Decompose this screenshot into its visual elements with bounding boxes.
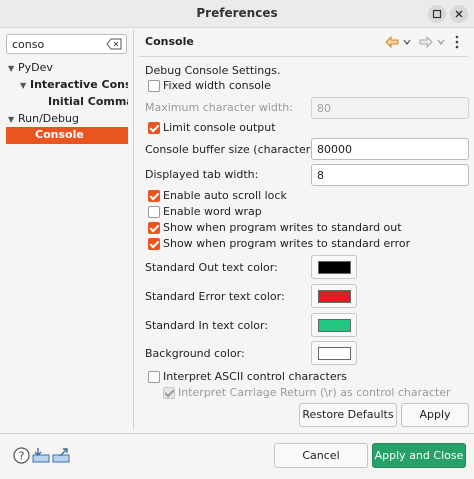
filter-input[interactable] xyxy=(12,37,102,51)
filter-field[interactable] xyxy=(6,34,127,54)
auto-scroll-checkbox[interactable] xyxy=(148,190,160,202)
chevron-down-icon[interactable]: ▼ xyxy=(8,61,18,76)
page-header: Console xyxy=(139,30,468,54)
show-stderr-checkbox[interactable] xyxy=(148,238,160,250)
color-swatch xyxy=(318,261,351,274)
stdin-color-button[interactable] xyxy=(311,313,357,337)
buffer-size-label: Console buffer size (characters): xyxy=(145,143,325,156)
window-title: Preferences xyxy=(196,6,278,20)
tree-item-console[interactable]: Console xyxy=(6,127,128,144)
back-arrow-icon[interactable] xyxy=(384,35,400,49)
cancel-button[interactable]: Cancel xyxy=(274,443,368,468)
apply-button[interactable]: Apply xyxy=(401,403,469,427)
window-titlebar: Preferences xyxy=(0,0,474,28)
background-color-label: Background color: xyxy=(145,347,245,360)
close-icon xyxy=(455,10,463,18)
show-stderr-label: Show when program writes to standard err… xyxy=(163,237,411,250)
word-wrap-label: Enable word wrap xyxy=(163,205,262,218)
page-title: Console xyxy=(145,35,194,48)
color-swatch xyxy=(318,347,351,360)
maximize-icon xyxy=(432,9,442,19)
tree-item-pydev[interactable]: ▼ PyDev xyxy=(8,60,128,76)
tree-item-label: Interactive Conso xyxy=(30,78,128,91)
export-icon[interactable] xyxy=(52,446,70,464)
tab-width-input[interactable] xyxy=(317,168,457,182)
tree-item-label: Run/Debug xyxy=(18,112,79,125)
interpret-ascii-label: Interpret ASCII control characters xyxy=(163,370,347,383)
chevron-down-icon[interactable]: ▼ xyxy=(8,112,18,127)
word-wrap-checkbox[interactable] xyxy=(148,206,160,218)
background-color-button[interactable] xyxy=(311,341,357,365)
stdin-color-label: Standard In text color: xyxy=(145,319,269,332)
max-char-width-input[interactable] xyxy=(317,101,457,115)
interpret-ascii-checkbox[interactable] xyxy=(148,371,160,383)
forward-arrow-icon[interactable] xyxy=(418,35,434,49)
maximize-button[interactable] xyxy=(428,5,446,23)
tree-item-interactive-console[interactable]: ▼Interactive Conso xyxy=(20,77,128,93)
help-icon[interactable]: ? xyxy=(12,446,30,464)
tree-item-run-debug[interactable]: ▼ Run/Debug xyxy=(8,111,128,127)
header-separator xyxy=(139,56,468,57)
tree-item-label: Initial Comman xyxy=(48,95,128,108)
stdout-color-label: Standard Out text color: xyxy=(145,261,278,274)
limit-output-label: Limit console output xyxy=(163,121,276,134)
chevron-down-icon[interactable] xyxy=(436,35,446,49)
color-swatch xyxy=(318,319,351,332)
tab-width-field[interactable] xyxy=(311,164,469,186)
import-icon[interactable] xyxy=(32,446,50,464)
buffer-size-field[interactable] xyxy=(311,138,469,160)
chevron-down-icon[interactable]: ▼ xyxy=(20,78,30,93)
stdout-color-button[interactable] xyxy=(311,255,357,279)
interpret-cr-checkbox[interactable] xyxy=(163,387,175,399)
fixed-width-label: Fixed width console xyxy=(163,79,271,92)
limit-output-checkbox[interactable] xyxy=(148,122,160,134)
max-char-width-field[interactable] xyxy=(311,97,469,119)
settings-intro: Debug Console Settings. xyxy=(145,64,281,77)
show-stdout-label: Show when program writes to standard out xyxy=(163,221,402,234)
tab-width-label: Displayed tab width: xyxy=(145,168,259,181)
view-menu-icon[interactable] xyxy=(451,34,463,50)
interpret-cr-label: Interpret Carriage Return (\r) as contro… xyxy=(178,386,451,399)
auto-scroll-label: Enable auto scroll lock xyxy=(163,189,287,202)
footer-separator xyxy=(0,433,474,434)
panel-divider xyxy=(133,30,134,430)
clear-filter-icon[interactable] xyxy=(106,38,122,53)
tree-item-label: Console xyxy=(35,128,84,141)
svg-text:?: ? xyxy=(18,449,24,462)
stderr-color-button[interactable] xyxy=(311,284,357,308)
chevron-down-icon[interactable] xyxy=(402,35,412,49)
close-button[interactable] xyxy=(450,5,468,23)
restore-defaults-button[interactable]: Restore Defaults xyxy=(299,403,397,427)
show-stdout-checkbox[interactable] xyxy=(148,222,160,234)
fixed-width-checkbox[interactable] xyxy=(148,80,160,92)
max-char-width-label: Maximum character width: xyxy=(145,101,293,114)
tree-item-label: PyDev xyxy=(18,61,53,74)
tree-item-initial-commands[interactable]: Initial Comman xyxy=(48,94,128,110)
stderr-color-label: Standard Error text color: xyxy=(145,290,285,303)
buffer-size-input[interactable] xyxy=(317,142,457,156)
apply-and-close-button[interactable]: Apply and Close xyxy=(372,443,466,468)
color-swatch xyxy=(318,290,351,303)
